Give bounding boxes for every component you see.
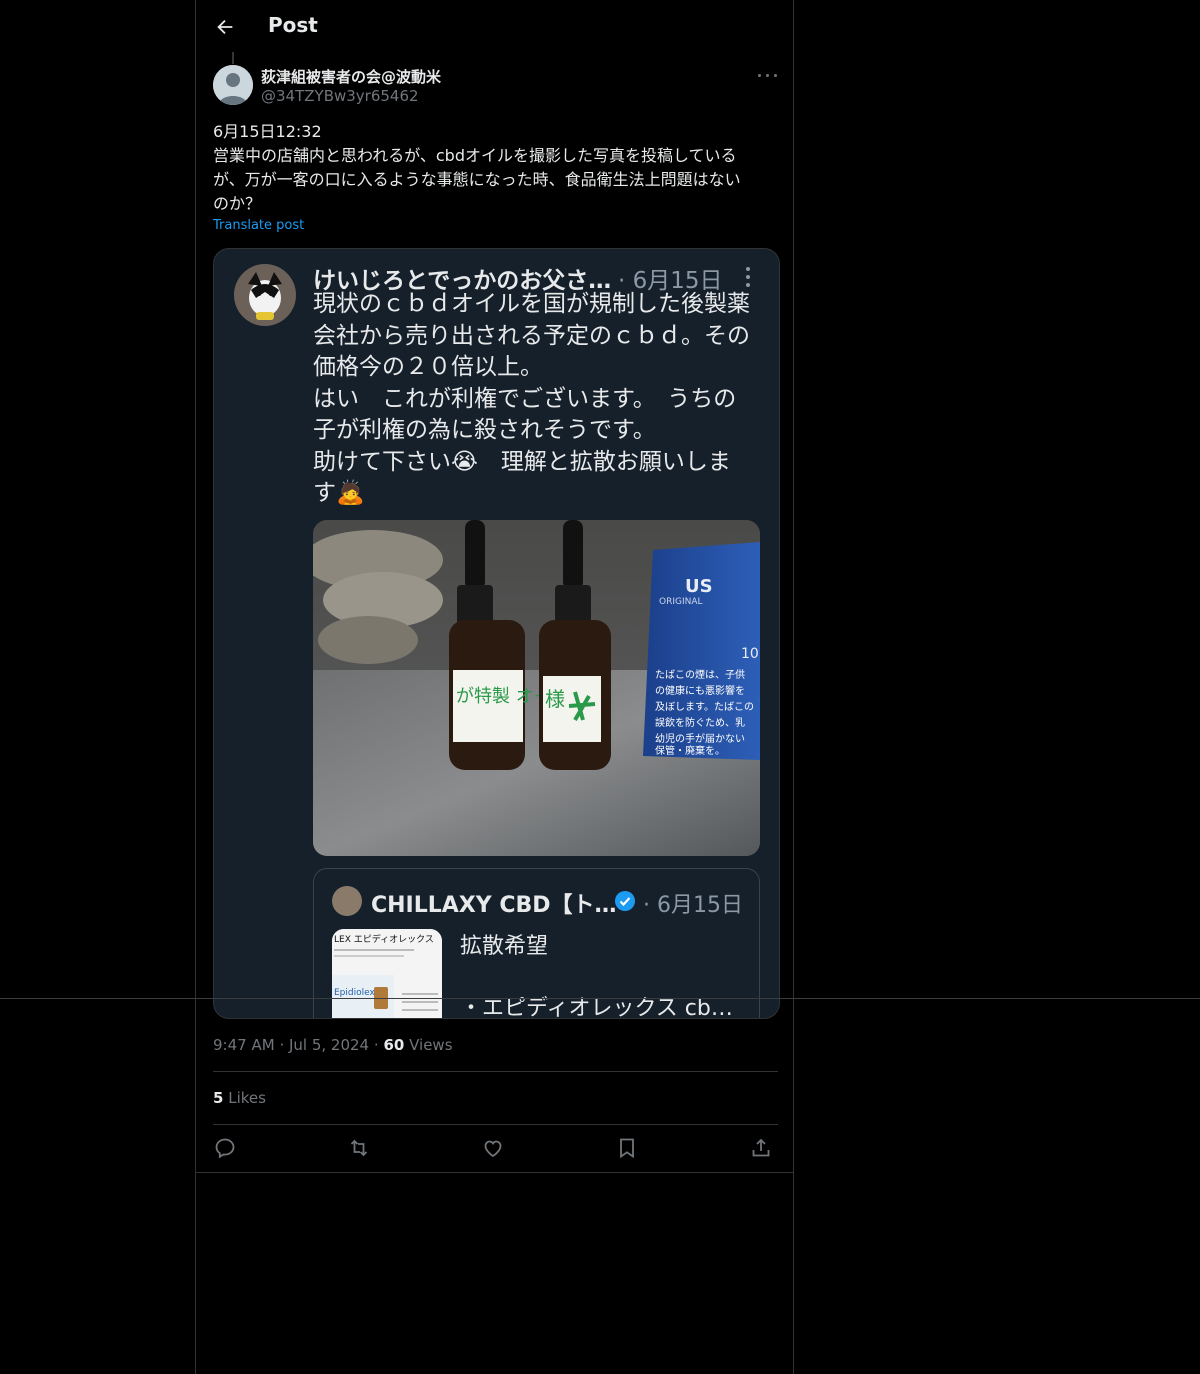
epidiolex-thumbnail: LEX エピディオレックス Epidiolex: [332, 929, 442, 1018]
nested-quote-avatar: [332, 886, 362, 916]
default-avatar-icon: [213, 65, 253, 105]
post-time[interactable]: 9:47 AM: [213, 1036, 275, 1054]
box-sub: ORIGINAL: [659, 597, 703, 607]
nested-quote-date: · 6月15日: [643, 893, 743, 918]
author-name[interactable]: 荻津組被害者の会@波動米: [261, 66, 441, 87]
nested-quote-author: CHILLAXY CBD【ト…: [371, 893, 617, 918]
post-text: 6月15日12:32 営業中の店舗内と思われるが、cbdオイルを撮影した写真を投…: [213, 120, 778, 216]
nested-quote: CHILLAXY CBD【ト… · 6月15日 LEX エピディオレックス Ep…: [313, 868, 760, 1019]
separator: ·: [373, 1036, 384, 1054]
right-bottle-label: 様: [545, 687, 565, 711]
likes-stat[interactable]: 5 Likes: [213, 1089, 266, 1107]
nested-quote-thumbnail: LEX エピディオレックス Epidiolex: [332, 929, 442, 1018]
separator: ·: [279, 1036, 289, 1054]
screenshot-text-line: はい これが利権でございます。 うちの: [313, 385, 737, 412]
reply-icon[interactable]: [213, 1136, 237, 1160]
back-arrow-icon[interactable]: [214, 16, 236, 38]
box-warning-line: 誤飲を防ぐため、乳: [655, 716, 745, 729]
nested-quote-text: ・エピディオレックス cb…: [460, 996, 733, 1019]
screenshot-text-line: 子が利権の為に殺されそうです。: [313, 417, 656, 443]
box-warning-line: たばこの煙は、子供: [655, 668, 745, 681]
more-options-icon[interactable]: [756, 66, 780, 84]
bookmark-icon[interactable]: [615, 1136, 639, 1160]
screenshot-more-icon: [742, 265, 754, 289]
box-warning-line: 幼児の手が届かない: [655, 732, 745, 745]
share-icon[interactable]: [749, 1136, 773, 1160]
box-number: 10: [741, 646, 759, 662]
top-bar: Post: [196, 0, 793, 53]
post-text-line: 営業中の店舗内と思われるが、cbdオイルを撮影した写真を投稿している: [213, 146, 737, 165]
repost-icon[interactable]: [347, 1136, 371, 1160]
attached-image[interactable]: けいじろとでっかのお父さ… · 6月15日 現状のｃｂｄオイルを国が規制した後製…: [213, 248, 780, 1019]
divider: [213, 1071, 778, 1072]
screenshot-text-line: 助けて下さい😭 理解と拡散お願いしま: [313, 448, 731, 475]
like-icon[interactable]: [481, 1136, 505, 1160]
verified-badge-icon: [615, 891, 635, 911]
screenshot-text-line: 会社から売り出される予定のｃｂｄ。その: [313, 322, 750, 349]
post-text-line: 6月15日12:32: [213, 122, 322, 141]
screenshot-text-line: す🙇: [313, 480, 365, 506]
author-handle[interactable]: @34TZYBw3yr65462: [261, 87, 419, 105]
screenshot-text-line: 価格今の２０倍以上。: [313, 354, 543, 380]
thumb-brand: Epidiolex: [334, 988, 375, 998]
box-warning-line: 及ぼします。たばこの: [655, 701, 754, 713]
overlay-guide-line: [0, 998, 1200, 999]
box-warning-line: 保管・廃棄を。: [655, 744, 725, 757]
oil-bottles-photo: が特製 オイル 様 US ORIGINAL 10 たばこの煙は、子供 の健康にも…: [313, 520, 760, 856]
box-warning-line: の健康にも悪影響を: [655, 684, 745, 697]
action-bar: [213, 1136, 778, 1160]
views-count: 60: [383, 1036, 405, 1054]
post-text-line: が、万が一客の口に入るような事態になった時、食品衛生法上問題はない: [213, 170, 741, 189]
post-date[interactable]: Jul 5, 2024: [289, 1036, 369, 1054]
page-title: Post: [268, 13, 318, 37]
divider: [213, 1124, 778, 1125]
screenshot-text: 現状のｃｂｄオイルを国が規制した後製薬 会社から売り出される予定のｃｂｄ。その …: [313, 289, 768, 510]
dog-avatar-icon: [234, 264, 296, 326]
divider: [196, 1172, 793, 1173]
thumb-title: LEX エピディオレックス: [334, 933, 434, 945]
translate-post-link[interactable]: Translate post: [213, 218, 304, 233]
views-label: Views: [409, 1036, 453, 1054]
main-column: Post 荻津組被害者の会@波動米 @34TZYBw3yr65462 6月15日…: [195, 0, 794, 1374]
avatar[interactable]: [213, 65, 253, 105]
nested-quote-text: 拡散希望: [460, 934, 549, 959]
screenshot-avatar: [234, 264, 296, 326]
thread-connector: [232, 52, 234, 64]
likes-count: 5: [213, 1089, 224, 1107]
post-text-line: のか？: [213, 194, 262, 213]
post-metadata: 9:47 AM · Jul 5, 2024 · 60 Views: [213, 1036, 453, 1054]
likes-label: Likes: [228, 1089, 266, 1107]
screenshot-text-line: 現状のｃｂｄオイルを国が規制した後製薬: [313, 291, 750, 317]
photo-illustration: が特製 オイル 様 US ORIGINAL 10 たばこの煙は、子供 の健康にも…: [313, 520, 760, 856]
box-brand: US: [685, 576, 713, 597]
